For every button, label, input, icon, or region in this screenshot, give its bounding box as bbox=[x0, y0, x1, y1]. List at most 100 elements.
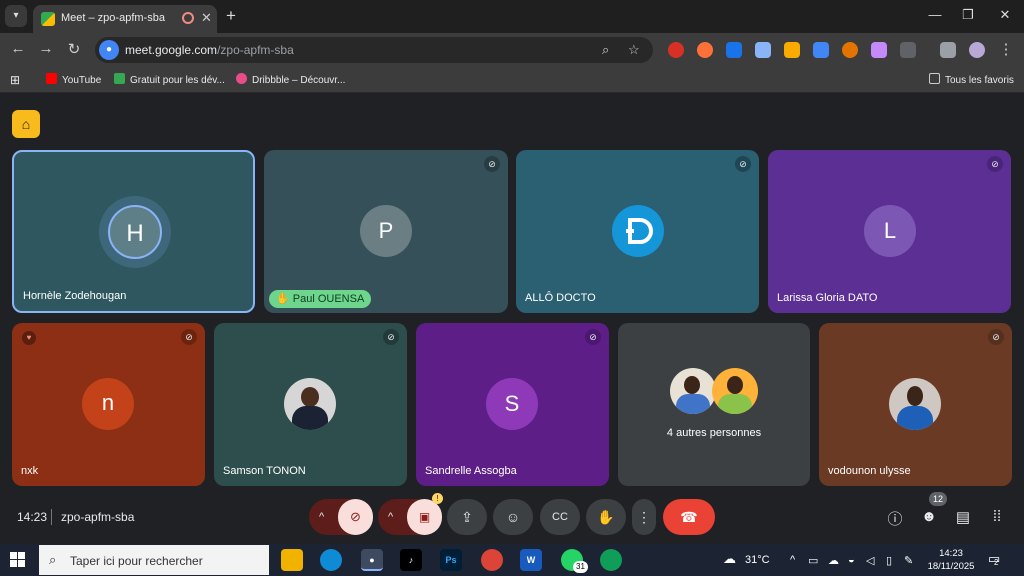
participant-name: nxk bbox=[21, 465, 39, 477]
all-bookmarks[interactable]: Tous les favoris bbox=[929, 73, 1014, 86]
weather-icon[interactable]: ☁ bbox=[723, 551, 736, 567]
browser-tab-strip: ▾ Meet – zpo-apfm-sba ✕ + — ❐ ✕ bbox=[0, 0, 1024, 33]
windows-start-icon[interactable] bbox=[10, 552, 26, 568]
minimize-button[interactable]: — bbox=[925, 7, 945, 22]
pen-icon[interactable]: ✎ bbox=[904, 554, 913, 567]
people-icon[interactable]: ☻ bbox=[919, 508, 939, 525]
meet-tab[interactable]: Meet – zpo-apfm-sba ✕ bbox=[33, 5, 217, 33]
present-screen-icon[interactable]: ⇪ bbox=[447, 499, 487, 535]
extension-icon[interactable] bbox=[784, 42, 800, 58]
bookmark-star-icon[interactable]: ☆ bbox=[628, 42, 640, 58]
phone-icon[interactable]: ▯ bbox=[886, 554, 892, 567]
bookmark-gratuit[interactable]: Gratuit pour les dév... bbox=[114, 73, 225, 86]
raise-hand-icon[interactable]: ✋ bbox=[586, 499, 626, 535]
others-count-label: 4 autres personnes bbox=[666, 427, 762, 439]
participants-count-badge: 12 bbox=[929, 492, 947, 506]
extensions-puzzle-icon[interactable] bbox=[900, 42, 916, 58]
battery-icon[interactable]: ▭ bbox=[808, 554, 818, 567]
browser-menu-icon[interactable]: ⋮ bbox=[996, 40, 1016, 58]
emoji-reaction-icon[interactable]: ☺ bbox=[493, 499, 533, 535]
mic-options-chevron-icon[interactable]: ^ bbox=[319, 499, 324, 535]
file-explorer-icon[interactable] bbox=[281, 549, 303, 571]
camera-options-chevron-icon[interactable]: ^ bbox=[388, 499, 393, 535]
participant-tile[interactable]: ⊘ vodounon ulysse bbox=[819, 323, 1012, 486]
taskbar-search-box[interactable]: ⌕ Taper ici pour rechercher bbox=[39, 545, 269, 575]
tab-close-icon[interactable]: ✕ bbox=[201, 10, 212, 26]
close-window-button[interactable]: ✕ bbox=[995, 7, 1015, 23]
divider bbox=[51, 509, 52, 525]
participant-tile[interactable]: ⊘ L Larissa Gloria DATO bbox=[768, 150, 1011, 313]
search-icon: ⌕ bbox=[49, 552, 57, 567]
network-icon[interactable]: ◒ bbox=[848, 554, 855, 566]
mic-off-icon[interactable]: ⊘ bbox=[338, 499, 373, 535]
bookmark-youtube[interactable]: YouTube bbox=[46, 73, 101, 86]
participant-tile[interactable]: ⊘ S Sandrelle Assogba bbox=[416, 323, 609, 486]
participant-name: Larissa Gloria DATO bbox=[777, 292, 878, 304]
avatar-photo bbox=[284, 378, 336, 430]
participant-tile[interactable]: ⊘ Samson TONON bbox=[214, 323, 407, 486]
extension-icon[interactable] bbox=[871, 42, 887, 58]
back-button[interactable]: ← bbox=[8, 40, 28, 57]
volume-icon[interactable]: ◁ bbox=[866, 554, 874, 567]
participant-name: Hornèle Zodehougan bbox=[23, 290, 127, 302]
windows-taskbar: ⌕ Taper ici pour rechercher ● ♪ Ps W 31 … bbox=[0, 544, 1024, 576]
extension-icon[interactable] bbox=[697, 42, 713, 58]
media-control-icon[interactable] bbox=[940, 42, 956, 58]
photoshop-icon[interactable]: Ps bbox=[440, 549, 462, 571]
bookmark-dribbble[interactable]: Dribbble – Découvr... bbox=[236, 73, 345, 86]
tab-list-button[interactable]: ▾ bbox=[5, 5, 27, 27]
new-tab-button[interactable]: + bbox=[226, 6, 236, 26]
avatar-photo bbox=[712, 368, 758, 414]
avatar: P bbox=[360, 205, 412, 257]
extension-icon[interactable] bbox=[813, 42, 829, 58]
extension-icon[interactable] bbox=[755, 42, 771, 58]
folder-icon bbox=[929, 73, 940, 84]
others-tile[interactable]: 4 autres personnes bbox=[618, 323, 810, 486]
bookmarks-bar: ⊞ YouTube Gratuit pour les dév... Dribbb… bbox=[0, 67, 1024, 93]
muted-mic-icon: ⊘ bbox=[735, 156, 751, 172]
participant-tile[interactable]: H Hornèle Zodehougan bbox=[12, 150, 255, 313]
extension-icon[interactable] bbox=[668, 42, 684, 58]
forward-button[interactable]: → bbox=[36, 40, 56, 57]
avatar-photo bbox=[670, 368, 716, 414]
youtube-icon bbox=[46, 73, 57, 84]
zoom-icon[interactable]: ⌕ bbox=[602, 42, 609, 58]
extension-icon[interactable] bbox=[726, 42, 742, 58]
search-placeholder: Taper ici pour rechercher bbox=[70, 554, 203, 568]
muted-mic-icon: ⊘ bbox=[383, 329, 399, 345]
extension-icon[interactable] bbox=[842, 42, 858, 58]
participant-tile[interactable]: ⊘ ALLÔ DOCTO bbox=[516, 150, 759, 313]
muted-mic-icon: ⊘ bbox=[484, 156, 500, 172]
taskbar-clock[interactable]: 14:23 18/11/2025 bbox=[925, 547, 977, 573]
more-options-icon[interactable]: ⋮ bbox=[632, 499, 656, 535]
reload-button[interactable]: ↻ bbox=[64, 40, 84, 58]
apps-grid-icon[interactable]: ⊞ bbox=[10, 73, 20, 87]
avatar: L bbox=[864, 205, 916, 257]
leave-call-button[interactable]: ☎ bbox=[663, 499, 715, 535]
edge-icon[interactable] bbox=[320, 549, 342, 571]
activities-grid-icon[interactable]: ⁞⁞ bbox=[987, 508, 1007, 525]
microphone-icon[interactable]: ● bbox=[99, 40, 119, 60]
cloud-icon[interactable]: ☁ bbox=[828, 554, 839, 567]
camera-off-icon[interactable]: ▣ bbox=[407, 499, 442, 535]
room-icon[interactable]: ⌂ bbox=[12, 110, 40, 138]
participant-tile[interactable]: ♥ ⊘ n nxk bbox=[12, 323, 205, 486]
participant-name: Sandrelle Assogba bbox=[425, 465, 517, 477]
captions-icon[interactable]: CC bbox=[540, 499, 580, 535]
profile-avatar[interactable] bbox=[969, 42, 985, 58]
chat-icon[interactable]: ▤ bbox=[953, 508, 973, 526]
tiktok-icon[interactable]: ♪ bbox=[400, 549, 422, 571]
allo-docto-logo-icon bbox=[612, 205, 664, 257]
chrome-active-icon[interactable]: ● bbox=[361, 549, 383, 571]
chrome-icon[interactable] bbox=[481, 549, 503, 571]
tray-chevron-icon[interactable]: ^ bbox=[790, 554, 795, 566]
meet-control-bar: 14:23 zpo-apfm-sba ^ ⊘ ^ ▣ ! ⇪ ☺ CC ✋ ⋮ … bbox=[0, 492, 1024, 540]
word-icon[interactable]: W bbox=[520, 549, 542, 571]
muted-mic-icon: ⊘ bbox=[585, 329, 601, 345]
chrome-profile-icon[interactable] bbox=[600, 549, 622, 571]
meeting-info-icon[interactable]: ⓘ bbox=[885, 508, 905, 529]
warning-badge-icon: ! bbox=[432, 493, 443, 504]
address-bar[interactable]: ● meet.google.com/zpo-apfm-sba ⌕ ☆ bbox=[95, 37, 653, 63]
restore-button[interactable]: ❐ bbox=[958, 7, 978, 23]
participant-tile[interactable]: ⊘ P ✋ Paul OUENSA bbox=[264, 150, 508, 313]
